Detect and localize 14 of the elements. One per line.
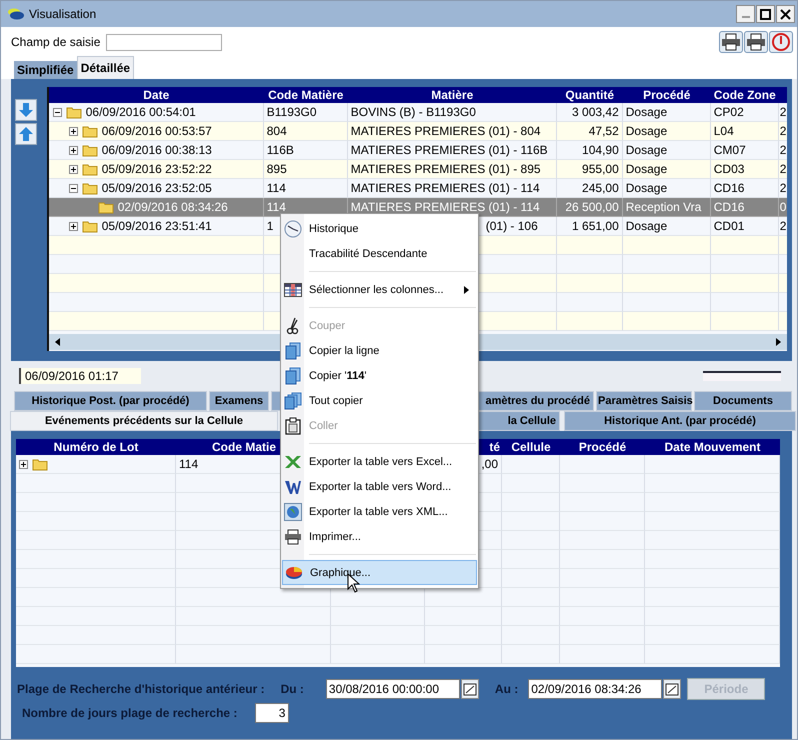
date-text: 02/09/2016 08:34:26 (118, 200, 228, 214)
date-text: 06/09/2016 00:38:13 (102, 143, 212, 157)
range-label: Plage de Recherche d'historique antérieur : (17, 682, 265, 696)
date-text: 05/09/2016 23:51:41 (102, 219, 212, 233)
days-label: Nombre de jours plage de recherche : (22, 706, 238, 720)
date-text: 06/09/2016 00:53:57 (102, 124, 212, 138)
date-text: 05/09/2016 23:52:05 (102, 181, 212, 195)
search-label: Champ de saisie (11, 35, 100, 49)
window-title: Visualisation (29, 7, 98, 21)
timestamp-field: 06/09/2016 01:17 (19, 368, 141, 384)
to-label: Au : (494, 682, 518, 696)
from-label: Du : (280, 682, 304, 696)
date-text: 06/09/2016 00:54:01 (86, 105, 196, 119)
date-text: 05/09/2016 23:52:22 (102, 162, 212, 176)
